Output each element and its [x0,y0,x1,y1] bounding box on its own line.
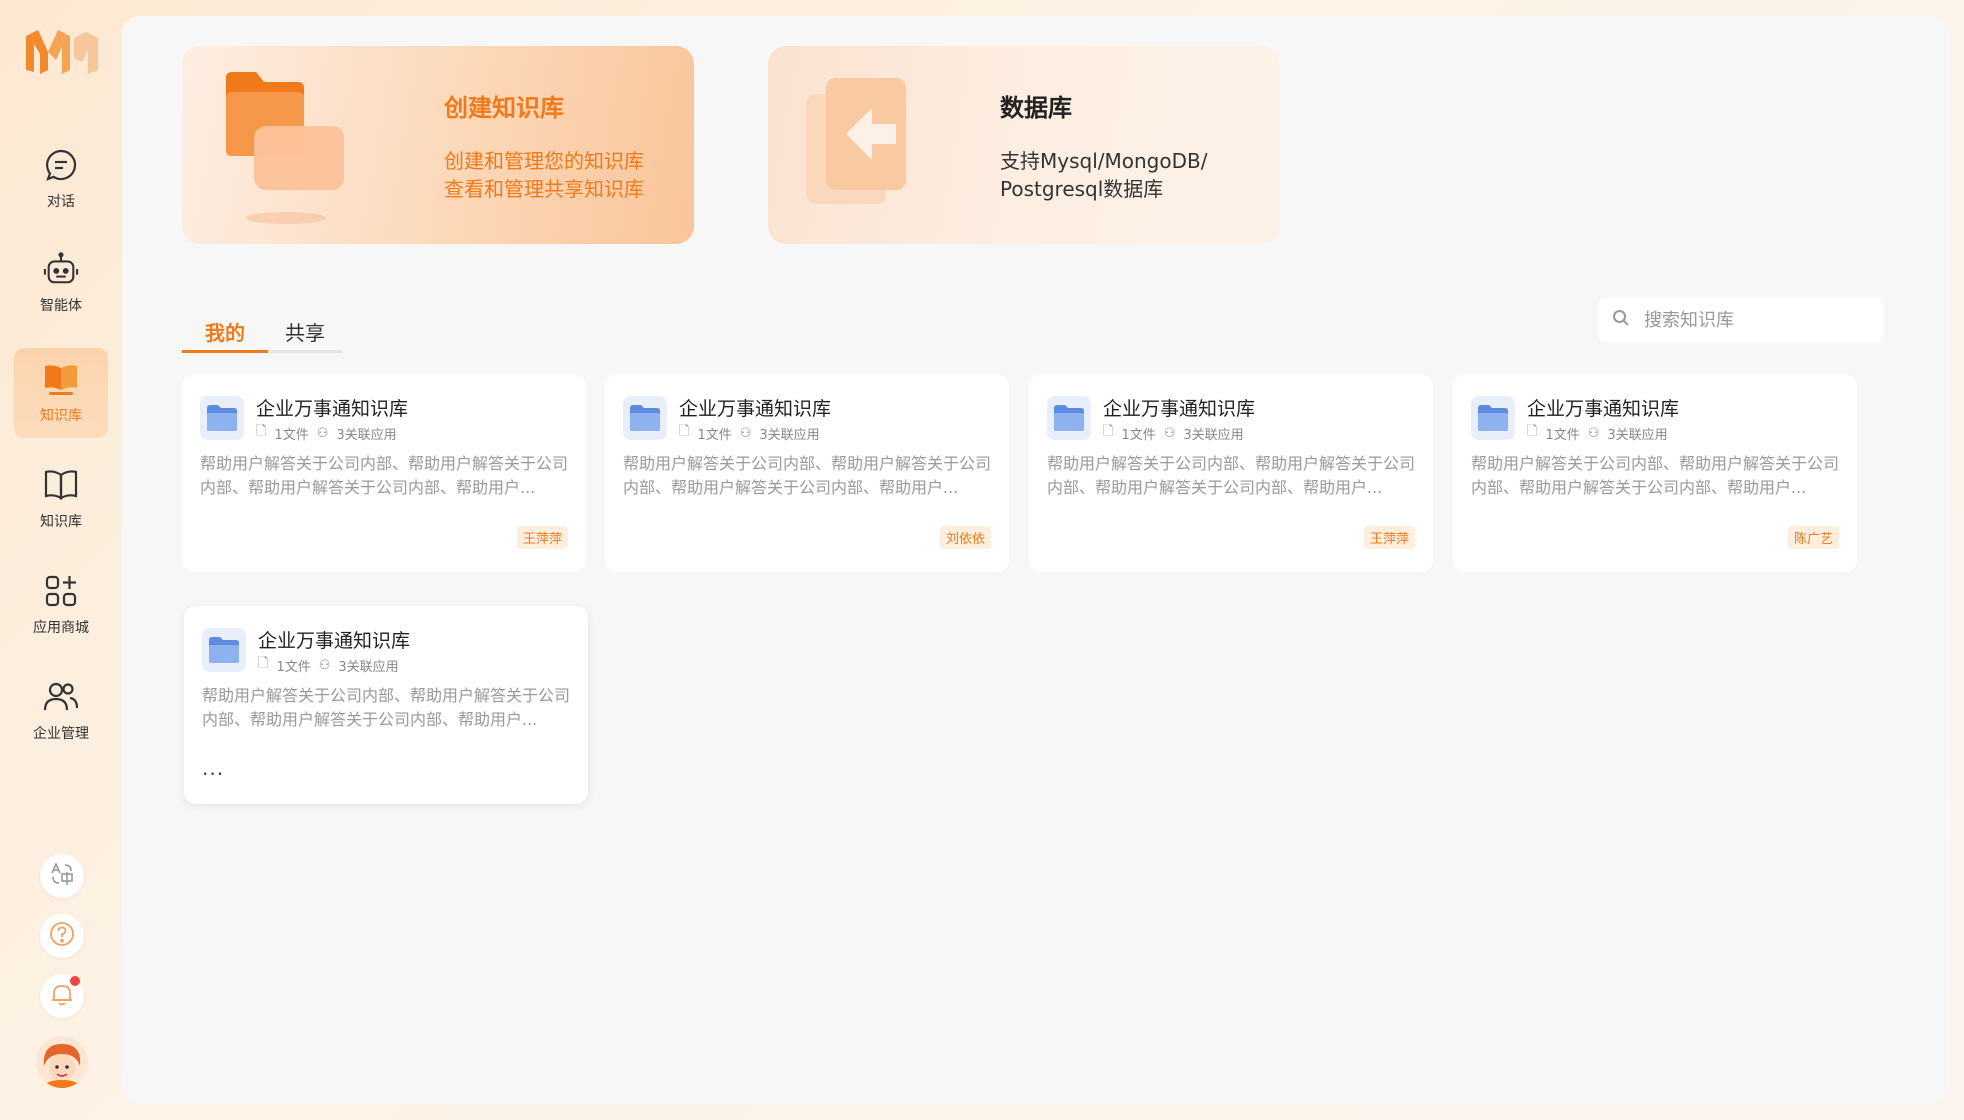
database-banner[interactable]: 数据库 支持Mysql/MongoDB/ Postgresql数据库 [768,46,1280,244]
database-illustration-icon [806,76,916,210]
card-file-count: 1文件 [697,427,732,443]
card-meta: 🗋 1文件 ⚇ 3关联应用 [256,422,405,444]
create-knowledge-desc-line2: 查看和管理共享知识库 [444,177,644,201]
folder-icon [1047,396,1091,440]
help-button[interactable] [40,914,84,958]
knowledge-card[interactable]: 企业万事通知识库 🗋 1文件 ⚇ 3关联应用 帮助用户解答关于公司内部、帮助用户解答… [184,606,588,804]
card-app-count: 3关联应用 [1607,427,1668,443]
card-file-count: 1文件 [276,659,311,675]
more-options-button[interactable]: ... [202,756,224,780]
search-input[interactable] [1644,309,1864,331]
main-panel: 创建知识库 创建和管理您的知识库 查看和管理共享知识库 数据库 支持Mysql/… [122,16,1950,1104]
card-title: 企业万事通知识库 [1103,398,1256,420]
folder-icon [1471,396,1515,440]
nav-item-agent[interactable]: 智能体 [14,238,108,328]
robot-icon [43,251,79,287]
card-description: 帮助用户解答关于公司内部、帮助用户解答关于公司内部、帮助用户解答关于公司内部、帮… [200,454,569,497]
nav-item-knowledge[interactable]: 知识库 [14,454,108,544]
link-icon: ⚇ [1163,425,1176,441]
users-icon [43,679,79,715]
translate-icon [49,861,75,891]
database-desc-line1: 支持Mysql/MongoDB/ [1000,149,1208,173]
link-icon: ⚇ [1587,425,1600,441]
nav-item-enterprise[interactable]: 企业管理 [14,666,108,756]
owner-tag: 刘依依 [939,526,991,549]
knowledge-card[interactable]: 企业万事通知识库 🗋 1文件 ⚇ 3关联应用 帮助用户解答关于公司内部、帮助用户解答… [1029,374,1433,572]
file-icon: 🗋 [256,424,267,439]
card-description: 帮助用户解答关于公司内部、帮助用户解答关于公司内部、帮助用户解答关于公司内部、帮… [1471,454,1840,497]
owner-tag: 王萍萍 [516,526,568,549]
link-icon: ⚇ [316,425,329,441]
database-title: 数据库 [1000,94,1072,122]
tab-active-indicator [182,350,268,353]
help-icon [48,920,76,952]
card-app-count: 3关联应用 [759,427,820,443]
owner-tag: 陈广艺 [1787,526,1839,549]
folder-icon [623,396,667,440]
create-knowledge-title: 创建知识库 [444,94,564,122]
nav-label-knowledge-active: 知识库 [40,408,82,424]
nav-label-enterprise: 企业管理 [33,726,89,742]
file-icon: 🗋 [1103,424,1114,439]
folder-illustration-icon [222,68,352,232]
card-meta: 🗋 1文件 ⚇ 3关联应用 [679,422,828,444]
card-file-count: 1文件 [1121,427,1156,443]
card-app-count: 3关联应用 [338,659,399,675]
card-app-count: 3关联应用 [1183,427,1244,443]
nav-item-knowledge-active[interactable]: 知识库 [14,348,108,438]
notification-dot [70,976,80,986]
avatar[interactable] [36,1036,88,1088]
language-button[interactable] [40,854,84,898]
tab-underline [182,350,342,353]
nav-item-app-store[interactable]: 应用商城 [14,560,108,650]
card-title: 企业万事通知识库 [258,630,411,652]
nav-label-knowledge: 知识库 [40,514,82,530]
sidebar: 对话 智能体 知识库 知识库 应用商城 企业管理 [0,0,122,1120]
file-icon: 🗋 [1527,424,1538,439]
card-title: 企业万事通知识库 [1527,398,1680,420]
card-file-count: 1文件 [1545,427,1580,443]
knowledge-card[interactable]: 企业万事通知识库 🗋 1文件 ⚇ 3关联应用 帮助用户解答关于公司内部、帮助用户解答… [182,374,586,572]
card-meta: 🗋 1文件 ⚇ 3关联应用 [258,654,407,676]
card-description: 帮助用户解答关于公司内部、帮助用户解答关于公司内部、帮助用户解答关于公司内部、帮… [202,686,571,729]
folder-icon [202,628,246,672]
brand-logo[interactable] [26,30,98,78]
card-file-count: 1文件 [274,427,309,443]
open-book-icon [43,467,79,503]
card-meta: 🗋 1文件 ⚇ 3关联应用 [1103,422,1252,444]
folder-icon [200,396,244,440]
create-knowledge-desc-line1: 创建和管理您的知识库 [444,149,644,173]
knowledge-card[interactable]: 企业万事通知识库 🗋 1文件 ⚇ 3关联应用 帮助用户解答关于公司内部、帮助用户解答… [1453,374,1857,572]
apps-icon [43,573,79,609]
nav-label-agent: 智能体 [40,298,82,314]
link-icon: ⚇ [318,657,331,673]
knowledge-card[interactable]: 企业万事通知识库 🗋 1文件 ⚇ 3关联应用 帮助用户解答关于公司内部、帮助用户解答… [605,374,1009,572]
notification-button[interactable] [40,974,84,1018]
card-description: 帮助用户解答关于公司内部、帮助用户解答关于公司内部、帮助用户解答关于公司内部、帮… [1047,454,1416,497]
search-box[interactable] [1598,298,1884,342]
owner-tag: 王萍萍 [1363,526,1415,549]
tab-shared[interactable]: 共享 [268,316,342,354]
knowledge-book-icon [43,361,79,397]
search-icon [1612,309,1630,331]
tab-mine[interactable]: 我的 [182,316,268,354]
chat-icon [43,147,79,183]
nav-item-chat[interactable]: 对话 [14,134,108,224]
nav-label-app-store: 应用商城 [33,620,89,636]
card-title: 企业万事通知识库 [256,398,409,420]
link-icon: ⚇ [739,425,752,441]
file-icon: 🗋 [258,656,269,671]
nav-label-chat: 对话 [47,194,75,210]
file-icon: 🗋 [679,424,690,439]
card-description: 帮助用户解答关于公司内部、帮助用户解答关于公司内部、帮助用户解答关于公司内部、帮… [623,454,992,497]
card-title: 企业万事通知识库 [679,398,832,420]
database-desc-line2: Postgresql数据库 [1000,177,1164,201]
create-knowledge-banner[interactable]: 创建知识库 创建和管理您的知识库 查看和管理共享知识库 [182,46,694,244]
card-app-count: 3关联应用 [336,427,397,443]
card-meta: 🗋 1文件 ⚇ 3关联应用 [1527,422,1676,444]
